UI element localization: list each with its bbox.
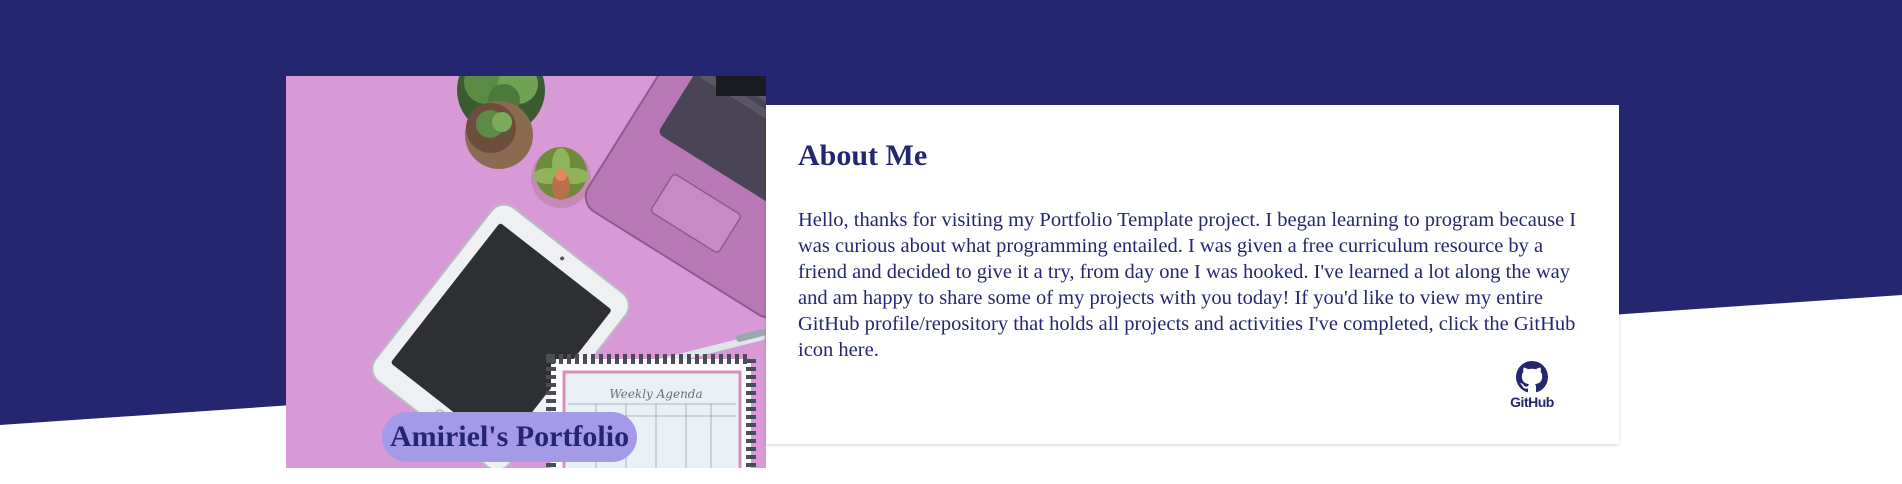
about-heading: About Me xyxy=(798,139,928,172)
github-link[interactable]: GitHub xyxy=(1506,361,1558,413)
brand-badge[interactable]: Amiriel's Portfolio xyxy=(382,412,638,462)
desk-flatlay-illustration: Weekly Agenda xyxy=(286,76,766,468)
about-card: About Me Hello, thanks for visiting my P… xyxy=(766,105,1619,444)
github-label: GitHub xyxy=(1510,394,1554,410)
brand-name: Amiriel's Portfolio xyxy=(390,420,630,453)
about-paragraph: Hello, thanks for visiting my Portfolio … xyxy=(798,209,1577,361)
portfolio-page: Weekly Agenda Amiriel's Portfolio About … xyxy=(0,0,1902,484)
hero-photo: Weekly Agenda Amiriel's Portfolio xyxy=(286,76,766,468)
planner-heading: Weekly Agenda xyxy=(609,387,702,401)
plant-pot-cactus xyxy=(465,101,533,169)
github-icon xyxy=(1516,361,1548,393)
